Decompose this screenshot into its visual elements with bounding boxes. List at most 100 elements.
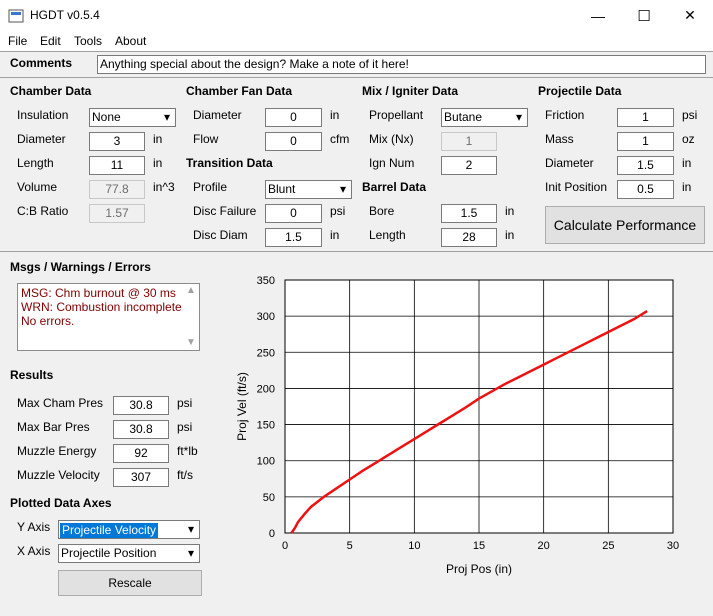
y-tick-label: 250 bbox=[257, 347, 275, 359]
muzzle-velocity-field: 307 bbox=[113, 468, 169, 487]
cb-ratio-label: C:B Ratio bbox=[17, 204, 69, 218]
fan-diameter-field[interactable]: 0 bbox=[265, 108, 322, 127]
projectile-header: Projectile Data bbox=[538, 84, 622, 98]
y-axis-title: Proj Vel (ft/s) bbox=[235, 372, 249, 441]
volume-label: Volume bbox=[17, 180, 58, 194]
fan-flow-field[interactable]: 0 bbox=[265, 132, 322, 151]
mix-field: 1 bbox=[441, 132, 497, 151]
x-tick-label: 10 bbox=[408, 540, 420, 552]
init-position-label: Init Position bbox=[545, 180, 608, 194]
max-cham-pres-field: 30.8 bbox=[113, 396, 169, 415]
x-tick-label: 20 bbox=[538, 540, 550, 552]
ign-num-field[interactable]: 2 bbox=[441, 156, 497, 175]
fan-diameter-label: Diameter bbox=[193, 108, 242, 122]
y-axis-select[interactable]: Projectile Velocity ▾ bbox=[58, 520, 200, 539]
menu-file[interactable]: File bbox=[8, 34, 27, 48]
y-tick-label: 200 bbox=[257, 383, 275, 395]
mass-label: Mass bbox=[545, 132, 574, 146]
x-axis-value: Projectile Position bbox=[61, 546, 157, 560]
y-axis-label: Y Axis bbox=[17, 520, 51, 534]
disc-diam-field[interactable]: 1.5 bbox=[265, 228, 322, 247]
profile-select[interactable]: Blunt ▾ bbox=[265, 180, 352, 199]
scroll-down-icon[interactable]: ▼ bbox=[183, 336, 199, 350]
y-tick-label: 100 bbox=[257, 456, 275, 468]
muzzle-energy-field: 92 bbox=[113, 444, 169, 463]
insulation-label: Insulation bbox=[17, 108, 69, 122]
calculate-performance-button[interactable]: Calculate Performance bbox=[545, 206, 705, 244]
x-tick-label: 30 bbox=[667, 540, 679, 552]
disc-failure-field[interactable]: 0 bbox=[265, 204, 322, 223]
chamber-length-field[interactable]: 11 bbox=[89, 156, 145, 175]
y-tick-label: 350 bbox=[257, 275, 275, 287]
close-button[interactable]: ✕ bbox=[667, 0, 713, 31]
unit-label: in bbox=[330, 228, 340, 242]
divider bbox=[0, 51, 713, 52]
messages-box[interactable]: MSG: Chm burnout @ 30 ms WRN: Combustion… bbox=[17, 283, 200, 351]
bore-field[interactable]: 1.5 bbox=[441, 204, 497, 223]
muzzle-velocity-label: Muzzle Velocity bbox=[17, 468, 100, 482]
insulation-select[interactable]: None ▾ bbox=[89, 108, 176, 127]
menu-tools[interactable]: Tools bbox=[74, 34, 102, 48]
bore-label: Bore bbox=[369, 204, 395, 218]
velocity-chart: 0 5 10 15 20 25 30050100150200250300350 Proj P… bbox=[235, 275, 679, 576]
maximize-button[interactable]: ☐ bbox=[621, 0, 667, 31]
chevron-down-icon: ▾ bbox=[187, 546, 195, 560]
x-axis-label: X Axis bbox=[17, 544, 51, 558]
y-tick-label: 150 bbox=[257, 420, 275, 432]
fan-flow-label: Flow bbox=[193, 132, 219, 146]
plotted-axes-header: Plotted Data Axes bbox=[10, 496, 112, 510]
comments-field[interactable]: Anything special about the design? Make … bbox=[97, 55, 706, 74]
barrel-length-field[interactable]: 28 bbox=[441, 228, 497, 247]
menu-about[interactable]: About bbox=[115, 34, 146, 48]
x-tick-label: 0 bbox=[282, 540, 288, 552]
max-bar-pres-field: 30.8 bbox=[113, 420, 169, 439]
mass-field[interactable]: 1 bbox=[617, 132, 674, 151]
unit-label: psi bbox=[177, 396, 193, 410]
chevron-down-icon: ▾ bbox=[515, 110, 523, 124]
unit-label: in bbox=[682, 180, 692, 194]
scroll-up-icon[interactable]: ▲ bbox=[183, 284, 199, 298]
results-header: Results bbox=[10, 368, 54, 382]
unit-label: psi bbox=[177, 420, 193, 434]
max-bar-pres-label: Max Bar Pres bbox=[17, 420, 90, 434]
x-axis-select[interactable]: Projectile Position ▾ bbox=[58, 544, 200, 563]
comments-label: Comments bbox=[10, 56, 73, 70]
barrel-header: Barrel Data bbox=[362, 180, 427, 194]
unit-label: in bbox=[153, 132, 163, 146]
menu-edit[interactable]: Edit bbox=[40, 34, 61, 48]
maximize-icon: ☐ bbox=[637, 7, 651, 25]
divider bbox=[0, 251, 713, 252]
ign-num-label: Ign Num bbox=[369, 156, 415, 170]
friction-label: Friction bbox=[545, 108, 585, 122]
projectile-diameter-field[interactable]: 1.5 bbox=[617, 156, 674, 175]
chevron-down-icon: ▾ bbox=[163, 110, 171, 124]
x-tick-label: 5 bbox=[347, 540, 353, 552]
propellant-label: Propellant bbox=[369, 108, 424, 122]
chamber-diameter-label: Diameter bbox=[17, 132, 66, 146]
mix-header: Mix / Igniter Data bbox=[362, 84, 459, 98]
chevron-down-icon: ▾ bbox=[339, 182, 347, 196]
projectile-diameter-label: Diameter bbox=[545, 156, 594, 170]
unit-label: in bbox=[682, 156, 692, 170]
profile-label: Profile bbox=[193, 180, 228, 194]
cb-ratio-field: 1.57 bbox=[89, 204, 145, 223]
chamber-header: Chamber Data bbox=[10, 84, 92, 98]
friction-field[interactable]: 1 bbox=[617, 108, 674, 127]
volume-field: 77.8 bbox=[89, 180, 145, 199]
unit-label: in bbox=[505, 204, 515, 218]
barrel-length-label: Length bbox=[369, 228, 406, 242]
transition-header: Transition Data bbox=[186, 156, 273, 170]
chamber-length-label: Length bbox=[17, 156, 54, 170]
y-tick-label: 0 bbox=[269, 528, 275, 540]
chamber-diameter-field[interactable]: 3 bbox=[89, 132, 145, 151]
unit-label: psi bbox=[330, 204, 346, 218]
minimize-button[interactable]: — bbox=[575, 0, 621, 31]
x-tick-label: 25 bbox=[602, 540, 614, 552]
rescale-button[interactable]: Rescale bbox=[58, 570, 202, 596]
message-scrollbar[interactable]: ▲ ▼ bbox=[183, 284, 199, 350]
propellant-select[interactable]: Butane ▾ bbox=[441, 108, 528, 127]
fan-header: Chamber Fan Data bbox=[186, 84, 293, 98]
app-icon bbox=[8, 9, 24, 23]
init-position-field[interactable]: 0.5 bbox=[617, 180, 674, 199]
close-icon: ✕ bbox=[684, 7, 696, 23]
